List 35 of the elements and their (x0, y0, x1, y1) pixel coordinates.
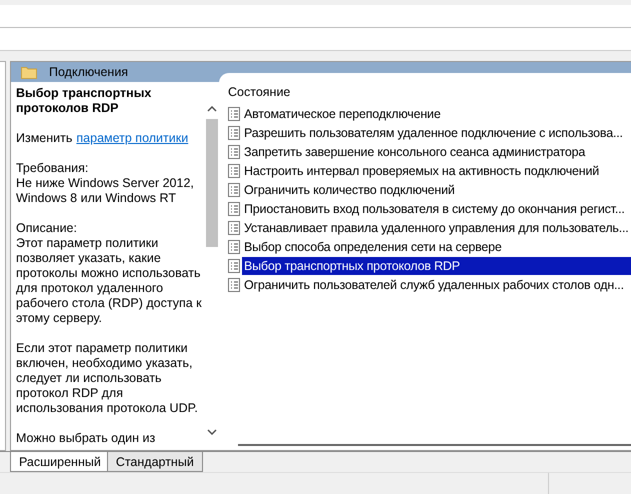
folder-icon (21, 66, 37, 78)
setting-title: Выбор транспортных протоколов RDP (16, 86, 152, 116)
policy-icon (228, 278, 240, 292)
description-text: Требования: Не ниже Windows Server 2012, Windows 8 или Windows RT (16, 161, 195, 206)
description-text: Описание: Этот параметр политики позволяет указать, какие протоколы можно использовать для протокол удаленного рабочего стола (RDP) доступа к этому серверу. (16, 221, 203, 326)
scroll-up-icon[interactable] (207, 106, 217, 112)
scroll-thumb[interactable] (206, 119, 218, 247)
policy-icon (228, 126, 240, 140)
policy-item[interactable]: Выбор способа определения сети на сервере (242, 238, 504, 256)
policy-item[interactable]: Автоматическое переподключение (242, 104, 443, 122)
policy-item[interactable]: Настроить интервал проверяемых на активность подключений (242, 162, 602, 180)
view-tab[interactable]: Расширенный (10, 452, 110, 472)
policy-icon (228, 164, 240, 178)
panel-title: Подключения (49, 65, 128, 79)
policy-icon (228, 220, 240, 234)
policy-icon (228, 202, 240, 216)
policy-item[interactable]: Приостановить вход пользователя в систему до окончания регист... (242, 200, 627, 218)
policy-icon (228, 144, 240, 158)
policy-item[interactable]: Запретить завершение консольного сеанса администратора (242, 142, 588, 160)
scroll-down-icon[interactable] (207, 429, 217, 435)
policy-icon (228, 106, 240, 120)
edit-label: Изменить (16, 131, 72, 145)
policy-icon (228, 182, 240, 196)
policy-item[interactable]: Разрешить пользователям удаленное подключение с использова... (242, 124, 625, 142)
policy-item[interactable]: Устанавливает правила удаленного управления для пользователь... (242, 218, 631, 236)
policy-item[interactable]: Выбор транспортных протоколов RDP (242, 256, 631, 274)
policy-icon (228, 240, 240, 254)
policy-link[interactable]: параметр политики (76, 131, 188, 145)
column-header[interactable]: Состояние (228, 85, 631, 99)
description-text: Можно выбрать один из (16, 431, 156, 446)
description-text: Если этот параметр политики включен, необходимо указать, следует ли использовать протокол RDP для использования протокола UDP. (16, 341, 199, 416)
policy-item[interactable]: Ограничить количество подключений (242, 180, 457, 198)
view-tab[interactable]: Стандартный (106, 452, 203, 472)
policy-icon (228, 258, 240, 272)
policy-item[interactable]: Ограничить пользователей служб удаленных рабочих столов одн... (242, 276, 626, 294)
